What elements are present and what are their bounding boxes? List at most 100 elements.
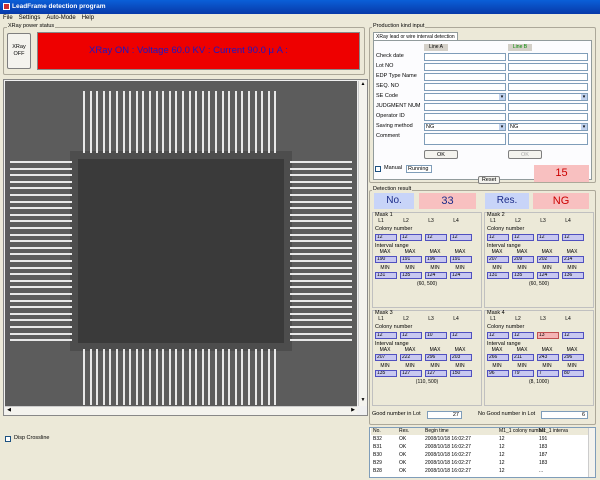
line-a-field-1[interactable] bbox=[424, 63, 506, 71]
table-cell: OK bbox=[399, 452, 407, 458]
menu-help[interactable]: Help bbox=[79, 14, 97, 22]
lead-left bbox=[10, 279, 72, 282]
lead-top bbox=[195, 91, 198, 153]
max-label: MAX bbox=[379, 347, 391, 353]
max-cell: 196 bbox=[425, 256, 447, 263]
lead-right bbox=[290, 299, 352, 302]
min-cell: 127 bbox=[400, 370, 422, 377]
line-a-field-4[interactable] bbox=[424, 93, 506, 101]
lead-right bbox=[290, 253, 352, 256]
table-row[interactable]: B29 OK 2008/10/18 16:02:27 12 183 bbox=[371, 460, 588, 467]
lead-bottom bbox=[142, 349, 145, 405]
xray-off-button[interactable]: XRay OFF bbox=[7, 33, 31, 69]
table-cell: 12 bbox=[499, 436, 505, 442]
line-b-field-4[interactable] bbox=[508, 93, 588, 101]
min-cell: 150 bbox=[450, 370, 472, 377]
line-b-field-3[interactable] bbox=[508, 83, 588, 91]
ok-button-b[interactable]: OK bbox=[508, 150, 542, 159]
column-header-0[interactable]: No. bbox=[373, 428, 381, 435]
line-a-field-0[interactable] bbox=[424, 53, 506, 61]
colony-cell: 12 bbox=[375, 332, 397, 339]
table-row[interactable]: B32 OK 2008/10/18 16:02:27 12 191 bbox=[371, 436, 588, 443]
crossline-checkbox[interactable] bbox=[5, 436, 11, 442]
scroll-down-icon[interactable]: ▼ bbox=[359, 397, 367, 405]
min-label: MIN bbox=[380, 363, 390, 369]
scroll-left-icon[interactable]: ◀ bbox=[5, 407, 13, 415]
lead-left bbox=[10, 194, 72, 196]
image-viewport[interactable]: ▲ ▼ ◀ ▶ bbox=[3, 79, 368, 416]
vertical-scrollbar[interactable]: ▲ ▼ bbox=[358, 81, 367, 406]
lead-left bbox=[10, 207, 72, 210]
line-a-field-2[interactable] bbox=[424, 73, 506, 81]
min-label: MIN bbox=[380, 265, 390, 271]
max-label: MAX bbox=[429, 347, 441, 353]
min-cell: 124 bbox=[537, 272, 559, 279]
min-cell: 124 bbox=[450, 272, 472, 279]
lead-top bbox=[248, 91, 250, 153]
menu-bar: File Settings Auto-Mode Help bbox=[0, 14, 600, 23]
line-a-header: Line A bbox=[424, 44, 448, 51]
colony-cell: 13 bbox=[537, 332, 559, 339]
lead-top bbox=[188, 91, 191, 153]
colony-cell: 12 bbox=[487, 332, 509, 339]
column-header-2[interactable]: Begin time bbox=[425, 428, 449, 435]
table-cell: 12 bbox=[499, 452, 505, 458]
menu-auto-mode[interactable]: Auto-Mode bbox=[43, 14, 78, 22]
line-b-field-2[interactable] bbox=[508, 73, 588, 81]
lead-left bbox=[10, 246, 72, 249]
min-cell: 131 bbox=[375, 272, 397, 279]
line-b-field-6[interactable] bbox=[508, 113, 588, 121]
column-header: L2 bbox=[403, 218, 409, 224]
line-b-field-8[interactable] bbox=[508, 133, 588, 145]
table-row[interactable]: B30 OK 2008/10/18 16:02:27 12 187 bbox=[371, 452, 588, 459]
lead-right bbox=[290, 312, 352, 315]
lead-bottom bbox=[96, 349, 99, 405]
line-a-field-3[interactable] bbox=[424, 83, 506, 91]
lead-bottom bbox=[122, 349, 125, 405]
column-header: L4 bbox=[453, 316, 459, 322]
menu-settings[interactable]: Settings bbox=[16, 14, 44, 22]
xray-status-display: XRay ON : Voltage 60.0 KV : Current 90.0… bbox=[37, 32, 360, 70]
production-group-label: Production kind input bbox=[372, 23, 426, 29]
lead-right bbox=[290, 273, 352, 276]
lead-right bbox=[290, 332, 352, 335]
line-b-field-7[interactable]: NG bbox=[508, 123, 588, 131]
line-a-field-6[interactable] bbox=[424, 113, 506, 121]
horizontal-scrollbar[interactable]: ◀ ▶ bbox=[5, 406, 357, 415]
max-label: MAX bbox=[491, 249, 503, 255]
max-label: MAX bbox=[491, 347, 503, 353]
line-a-field-7[interactable]: NG bbox=[424, 123, 506, 131]
min-cell: 96 bbox=[487, 370, 509, 377]
colony-cell: 12 bbox=[512, 234, 534, 241]
table-row[interactable]: B31 OK 2008/10/18 16:02:27 12 183 bbox=[371, 444, 588, 451]
colony-cell: 12 bbox=[512, 332, 534, 339]
scroll-right-icon[interactable]: ▶ bbox=[349, 407, 357, 415]
table-row[interactable]: B28 OK 2008/10/18 16:02:27 12... bbox=[371, 468, 588, 475]
min-label: MIN bbox=[567, 265, 577, 271]
lead-top bbox=[142, 91, 145, 153]
lead-right bbox=[290, 286, 352, 289]
line-b-field-0[interactable] bbox=[508, 53, 588, 61]
lead-right bbox=[290, 174, 352, 177]
max-label: MAX bbox=[404, 347, 416, 353]
reset-button[interactable]: Reset bbox=[478, 176, 500, 184]
table-scrollbar[interactable] bbox=[588, 428, 595, 477]
max-label: MAX bbox=[516, 249, 528, 255]
manual-checkbox[interactable] bbox=[375, 166, 381, 172]
line-a-field-5[interactable] bbox=[424, 103, 506, 111]
line-b-field-5[interactable] bbox=[508, 103, 588, 111]
max-label: MAX bbox=[454, 347, 466, 353]
field-label-2: EDP Type Name bbox=[376, 73, 417, 79]
menu-file[interactable]: File bbox=[0, 14, 16, 22]
column-header-4[interactable]: M1_1 interva bbox=[539, 428, 568, 435]
min-cell: 7 bbox=[537, 370, 559, 377]
column-header-1[interactable]: Res. bbox=[399, 428, 409, 435]
ok-button-a[interactable]: OK bbox=[424, 150, 458, 159]
line-a-field-8[interactable] bbox=[424, 133, 506, 145]
line-b-field-1[interactable] bbox=[508, 63, 588, 71]
table-cell: 12 bbox=[499, 444, 505, 450]
table-cell: 2008/10/18 16:02:27 bbox=[425, 468, 471, 474]
lead-bottom bbox=[234, 349, 237, 405]
lead-left bbox=[10, 220, 72, 223]
scroll-up-icon[interactable]: ▲ bbox=[359, 81, 367, 89]
